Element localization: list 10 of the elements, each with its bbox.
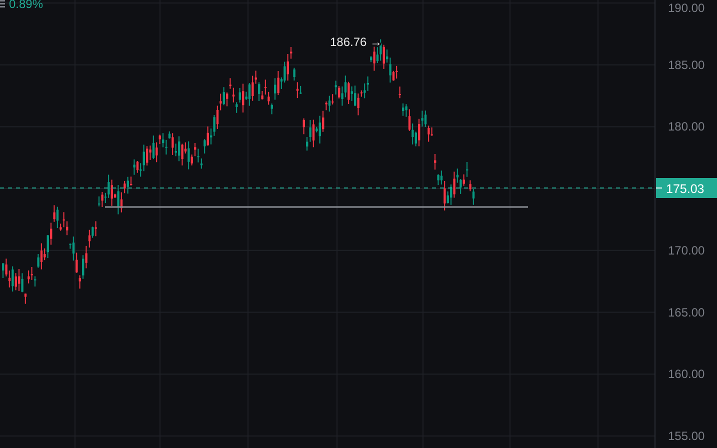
price-axis-label: 190.00 bbox=[668, 1, 705, 15]
price-axis-label: 180.00 bbox=[668, 120, 705, 134]
bars-icon bbox=[0, 0, 5, 8]
high-price-label: 186.76 → bbox=[330, 35, 382, 49]
price-axis-label: 160.00 bbox=[668, 367, 705, 382]
price-axis-label: 155.00 bbox=[668, 428, 705, 443]
price-axis-label: 165.00 bbox=[668, 305, 705, 320]
last-price-tag: 175.03 bbox=[656, 178, 717, 198]
price-axis-label: 170.00 bbox=[668, 243, 705, 258]
price-axis-label: 185.00 bbox=[668, 58, 705, 72]
